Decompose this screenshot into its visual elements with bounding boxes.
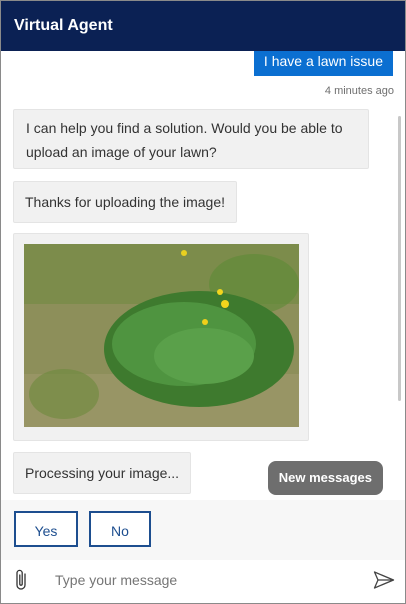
- scrollbar[interactable]: [398, 116, 401, 401]
- no-button[interactable]: No: [89, 511, 151, 547]
- message-list[interactable]: I have a lawn issue 4 minutes ago I can …: [1, 51, 405, 500]
- bot-message: Thanks for uploading the image!: [13, 181, 238, 223]
- message-input[interactable]: [53, 571, 347, 589]
- lawn-photo[interactable]: [24, 244, 299, 427]
- new-messages-button[interactable]: New messages: [267, 461, 383, 495]
- yes-button[interactable]: Yes: [14, 511, 78, 547]
- quick-replies: Yes No: [1, 500, 405, 560]
- compose-bar: [1, 560, 405, 603]
- chat-window: Virtual Agent I have a lawn issue 4 minu…: [0, 0, 406, 604]
- header-title: Virtual Agent: [14, 17, 113, 34]
- bot-message: I can help you find a solution. Would yo…: [13, 109, 369, 169]
- bot-message: Processing your image...: [13, 452, 192, 494]
- header-bar: Virtual Agent: [1, 1, 405, 51]
- user-message: I have a lawn issue: [253, 51, 393, 76]
- paperclip-icon[interactable]: [14, 568, 30, 597]
- send-icon[interactable]: [373, 570, 395, 595]
- message-timestamp: 4 minutes ago: [324, 85, 394, 97]
- uploaded-image-message: [13, 233, 309, 441]
